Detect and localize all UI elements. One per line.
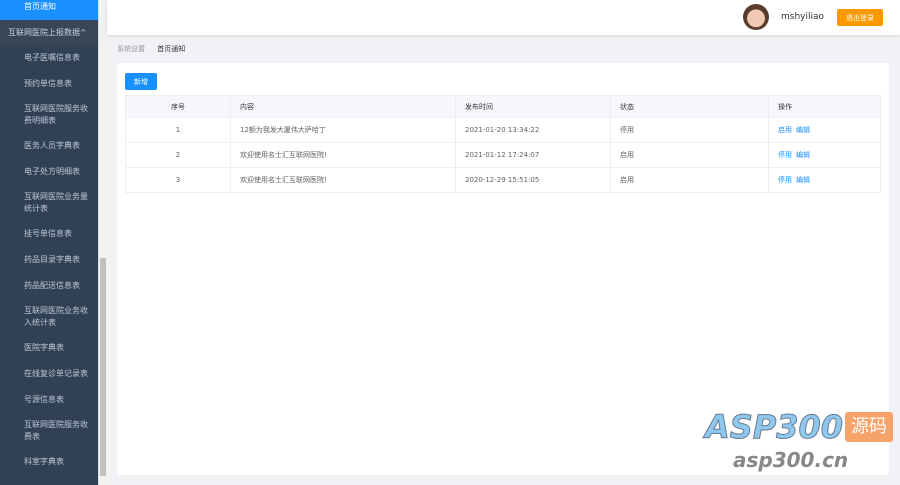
- cell-content: 欢迎使用名士汇互联网医院!: [230, 167, 456, 193]
- sidebar-item-home-notice[interactable]: 首页通知: [0, 0, 98, 20]
- toggle-status-link[interactable]: 启用: [778, 126, 792, 134]
- breadcrumb-current: 首页通知: [157, 45, 186, 53]
- cell-actions: 启用 编辑: [768, 117, 881, 143]
- sidebar-group-report-data[interactable]: 互联网医院上报数据^: [0, 20, 98, 45]
- sidebar-item[interactable]: 挂号单信息表: [0, 221, 98, 247]
- watermark-url: asp300.cn: [733, 448, 849, 472]
- cell-time: 2021-01-12 17:24:07: [455, 142, 611, 168]
- cell-time: 2021-01-20 13:34:22: [455, 117, 611, 143]
- sidebar-item[interactable]: 电子医嘱信息表: [0, 45, 98, 71]
- col-header-actions: 操作: [768, 95, 881, 118]
- cell-actions: 停用 编辑: [768, 142, 881, 168]
- username: mshyiliao: [781, 12, 825, 22]
- breadcrumb: 系统设置 首页通知: [117, 44, 185, 54]
- sidebar-item[interactable]: 医院字典表: [0, 335, 98, 361]
- toggle-status-link[interactable]: 停用: [778, 176, 792, 184]
- table-row: 1 12额为我发大厦伟大萨哈丁 2021-01-20 13:34:22 停用 启用 编辑: [125, 117, 881, 143]
- sidebar-item[interactable]: 号源信息表: [0, 387, 98, 413]
- sidebar-item[interactable]: 在线复诊单记录表: [0, 361, 98, 387]
- avatar[interactable]: [743, 4, 769, 30]
- sidebar-item[interactable]: 药品配送信息表: [0, 273, 98, 299]
- watermark-tag: 源码: [845, 412, 893, 442]
- col-header-content: 内容: [230, 95, 456, 118]
- cell-status: 启用: [610, 142, 769, 168]
- sidebar-item[interactable]: 医务人员字典表: [0, 133, 98, 159]
- col-header-status: 状态: [610, 95, 769, 118]
- add-button[interactable]: 新增: [125, 73, 157, 90]
- table-row: 3 欢迎使用名士汇互联网医院! 2020-12-29 15:51:05 启用 停用 编辑: [125, 167, 881, 193]
- cell-content: 欢迎使用名士汇互联网医院!: [230, 142, 456, 168]
- watermark-brand: ASP300: [704, 408, 844, 447]
- cell-status: 启用: [610, 167, 769, 193]
- sidebar-item[interactable]: 互联网医院业务量统计表: [0, 185, 98, 221]
- sidebar-item[interactable]: 预约单信息表: [0, 71, 98, 97]
- cell-status: 停用: [610, 117, 769, 143]
- sidebar-scrollbar[interactable]: [98, 0, 107, 485]
- cell-content: 12额为我发大厦伟大萨哈丁: [230, 117, 456, 143]
- cell-actions: 停用 编辑: [768, 167, 881, 193]
- edit-link[interactable]: 编辑: [796, 176, 810, 184]
- cell-no: 2: [125, 142, 231, 168]
- sidebar-item[interactable]: 互联网医院服务收费表: [0, 413, 98, 449]
- cell-no: 3: [125, 167, 231, 193]
- edit-link[interactable]: 编辑: [796, 126, 810, 134]
- sidebar-item[interactable]: 科室字典表: [0, 449, 98, 475]
- sidebar-item[interactable]: 药品目录字典表: [0, 247, 98, 273]
- cell-no: 1: [125, 117, 231, 143]
- sidebar: 首页通知 互联网医院上报数据^ 电子医嘱信息表 预约单信息表 互联网医院服务收费明细…: [0, 0, 98, 485]
- sidebar-item[interactable]: 电子处方明细表: [0, 159, 98, 185]
- sidebar-item[interactable]: 互联网医院业务收入统计表: [0, 299, 98, 335]
- table-row: 2 欢迎使用名士汇互联网医院! 2021-01-12 17:24:07 启用 停用 编辑: [125, 142, 881, 168]
- scrollbar-thumb[interactable]: [100, 258, 106, 476]
- toggle-status-link[interactable]: 停用: [778, 151, 792, 159]
- notice-table: 序号 内容 发布时间 状态 操作 1 12额为我发大厦伟大萨哈丁 2021-01-2…: [125, 95, 881, 193]
- edit-link[interactable]: 编辑: [796, 151, 810, 159]
- cell-time: 2020-12-29 15:51:05: [455, 167, 611, 193]
- watermark-logo: ASP300 源码 asp300.cn: [704, 408, 893, 472]
- col-header-no: 序号: [125, 95, 231, 118]
- sidebar-item[interactable]: 互联网医院服务收费明细表: [0, 97, 98, 133]
- breadcrumb-item[interactable]: 系统设置: [117, 45, 145, 53]
- col-header-time: 发布时间: [455, 95, 611, 118]
- logout-button[interactable]: 退出登录: [837, 9, 883, 26]
